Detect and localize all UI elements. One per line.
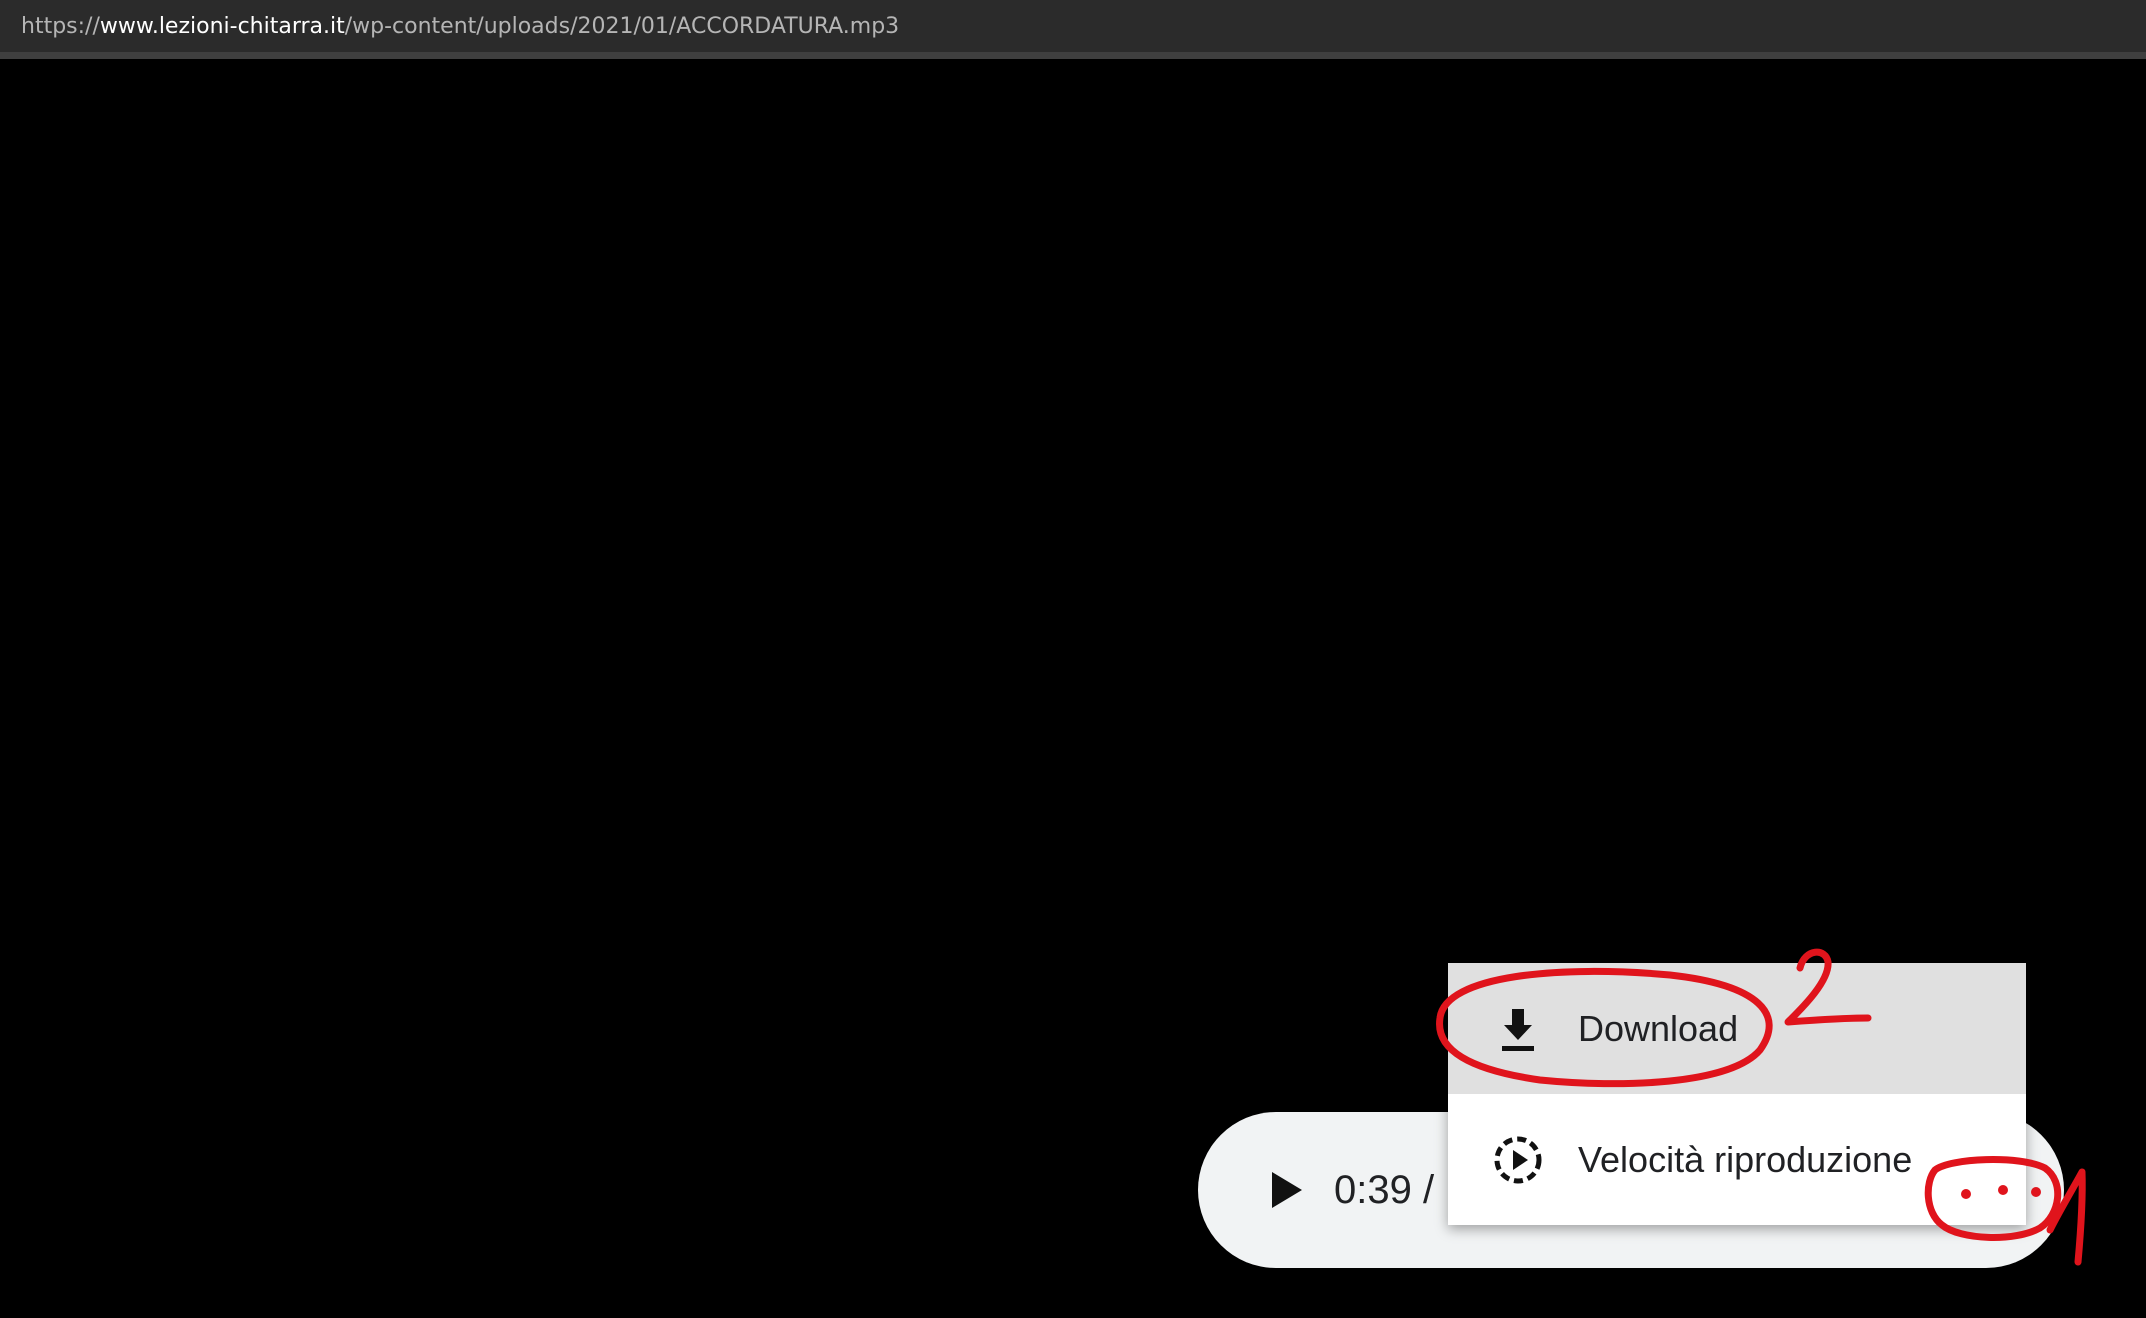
menu-item-playback-speed[interactable]: Velocità riproduzione [1448, 1094, 2026, 1225]
download-icon [1502, 1009, 1534, 1051]
url-text[interactable]: https://www.lezioni-chitarra.it/wp-conte… [21, 12, 899, 42]
current-time: 0:39 / [1334, 1168, 1435, 1212]
url-host: www.lezioni-chitarra.it [99, 14, 345, 39]
menu-item-label: Velocità riproduzione [1578, 1139, 1913, 1180]
address-bar[interactable]: https://www.lezioni-chitarra.it/wp-conte… [0, 0, 2146, 59]
overflow-menu: Download Velocità riproduzione [1448, 963, 2026, 1225]
play-button[interactable] [1254, 1158, 1318, 1222]
playback-speed-icon [1494, 1136, 1542, 1184]
menu-item-download[interactable]: Download [1448, 963, 2026, 1094]
url-scheme: https:// [21, 14, 100, 39]
menu-item-label: Download [1578, 1008, 1739, 1049]
url-path: /wp-content/uploads/2021/01/ACCORDATURA.… [344, 14, 900, 39]
play-icon [1272, 1172, 1302, 1208]
